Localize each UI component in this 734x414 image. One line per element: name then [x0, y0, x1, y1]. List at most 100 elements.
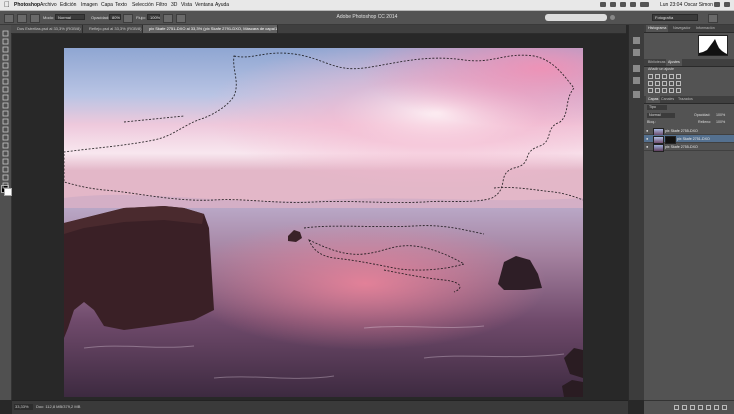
layer-row-selected[interactable]: ● pix Skafe 2751-DXO [644, 135, 734, 144]
posterize-icon[interactable] [655, 88, 660, 93]
menu-ayuda[interactable]: Ayuda [215, 1, 229, 9]
tab-ajustes[interactable]: Ajustes [666, 59, 682, 66]
menu-imagen[interactable]: Imagen [81, 1, 98, 9]
menu-3d[interactable]: 3D [171, 1, 177, 9]
menu-archivo[interactable]: Archivo [40, 1, 57, 9]
pressure-opacity-toggle[interactable] [123, 14, 133, 23]
tool-preset-picker[interactable] [4, 14, 14, 23]
visibility-eye-icon[interactable]: ● [646, 137, 649, 141]
visibility-eye-icon[interactable]: ● [646, 145, 649, 149]
dodge-tool-icon[interactable] [2, 134, 9, 141]
eyedropper-tool-icon[interactable] [2, 70, 9, 77]
brightness-contrast-icon[interactable] [648, 74, 653, 79]
path-selection-tool-icon[interactable] [2, 158, 9, 165]
opacity-field[interactable]: 80% [109, 14, 121, 20]
properties-panel-icon[interactable] [633, 49, 640, 56]
brush-size-picker[interactable] [17, 14, 27, 23]
tab-canales[interactable]: Canales [659, 96, 676, 103]
new-group-icon[interactable] [706, 405, 711, 410]
document-size-readout[interactable]: Doc: 112,8 MB/379,2 MB [36, 404, 80, 410]
menu-texto[interactable]: Texto [115, 1, 127, 9]
hue-saturation-icon[interactable] [648, 81, 653, 86]
notification-center-icon[interactable] [724, 2, 730, 7]
tab-histograma[interactable]: Histograma [646, 25, 669, 32]
brush-panel-icon[interactable] [633, 65, 640, 72]
document-tab-active[interactable]: pix Skafe 2751-DXO al 33,3% (pix Skafe 2… [143, 25, 278, 33]
menu-edicion[interactable]: Edición [60, 1, 76, 9]
exposure-icon[interactable] [669, 74, 674, 79]
color-balance-icon[interactable] [655, 81, 660, 86]
document-tab-reflejo[interactable]: Reflejo.psd al 33,3% (RGB/8) * [83, 25, 143, 33]
crop-tool-icon[interactable] [2, 62, 9, 69]
new-adjustment-layer-icon[interactable] [698, 405, 703, 410]
clone-source-panel-icon[interactable] [633, 91, 640, 98]
visibility-eye-icon[interactable]: ● [646, 129, 649, 133]
dropbox-icon[interactable] [600, 2, 606, 7]
spotlight-icon[interactable] [714, 2, 720, 7]
airbrush-toggle[interactable] [163, 14, 173, 23]
layer-row[interactable]: ● pix Skafe 2755-DXO [644, 127, 734, 136]
document-image[interactable] [64, 48, 583, 397]
apple-icon[interactable]:  [4, 1, 11, 9]
menu-filtro[interactable]: Filtro [156, 1, 167, 9]
shape-tool-icon[interactable] [2, 166, 9, 173]
zoom-field[interactable]: 33,33% [14, 404, 33, 410]
layer-opacity-field[interactable]: 100% [716, 113, 725, 118]
background-color-swatch[interactable] [4, 188, 12, 196]
gradient-map-icon[interactable] [669, 88, 674, 93]
menu-seleccion[interactable]: Selección [132, 1, 154, 9]
threshold-icon[interactable] [662, 88, 667, 93]
invert-icon[interactable] [648, 88, 653, 93]
photo-filter-icon[interactable] [669, 81, 674, 86]
tab-navegador[interactable]: Navegador [671, 25, 693, 32]
clone-stamp-tool-icon[interactable] [2, 94, 9, 101]
battery-icon[interactable] [640, 2, 649, 7]
zoom-tool-icon[interactable] [2, 182, 9, 189]
document-tab-dos-estrellas[interactable]: Dos Estrellas.psd al 33,3% (RGB/8) * [11, 25, 83, 33]
wifi-icon[interactable] [620, 2, 626, 7]
panel-menu-button[interactable] [708, 14, 718, 23]
pressure-size-toggle[interactable] [176, 14, 186, 23]
quick-selection-tool-icon[interactable] [2, 54, 9, 61]
black-white-icon[interactable] [662, 81, 667, 86]
lasso-tool-icon[interactable] [2, 46, 9, 53]
menu-capa[interactable]: Capa [101, 1, 113, 9]
tab-trazados[interactable]: Trazados [676, 96, 695, 103]
tab-bibliotecas[interactable]: Bibliotecas [646, 59, 667, 66]
marquee-tool-icon[interactable] [2, 38, 9, 45]
tab-informacion[interactable]: Información [694, 25, 717, 32]
mode-select[interactable]: Normal [55, 14, 85, 20]
link-layers-icon[interactable] [674, 405, 679, 410]
selective-color-icon[interactable] [676, 88, 681, 93]
brush-panel-toggle[interactable] [30, 14, 40, 23]
layer-filter-kind[interactable]: Tipo [647, 105, 667, 110]
blend-mode-select[interactable]: Normal [647, 113, 675, 118]
spot-healing-tool-icon[interactable] [2, 78, 9, 85]
workspace-select[interactable]: Fotografía [652, 14, 698, 21]
volume-icon[interactable] [630, 2, 636, 7]
layer-fill-field[interactable]: 100% [716, 120, 725, 125]
flow-field[interactable]: 100% [147, 14, 160, 20]
pen-tool-icon[interactable] [2, 142, 9, 149]
user-name[interactable]: Oscar Simon [684, 1, 713, 9]
search-icon[interactable] [610, 15, 615, 20]
menu-photoshop[interactable]: Photoshop [14, 1, 40, 9]
bluetooth-icon[interactable] [610, 2, 616, 7]
new-layer-icon[interactable] [714, 405, 719, 410]
move-tool-icon[interactable] [2, 30, 9, 37]
canvas-area[interactable] [12, 34, 628, 400]
gradient-tool-icon[interactable] [2, 118, 9, 125]
menu-vista[interactable]: Vista [181, 1, 192, 9]
layer-row[interactable]: ● pix Skafe 2755-DXO [644, 143, 734, 152]
type-tool-icon[interactable] [2, 150, 9, 157]
levels-icon[interactable] [655, 74, 660, 79]
menu-ventana[interactable]: Ventana [195, 1, 213, 9]
search-field[interactable] [545, 14, 607, 21]
vibrance-icon[interactable] [676, 74, 681, 79]
clock[interactable]: Lun 23:04 [660, 1, 682, 9]
hand-tool-icon[interactable] [2, 174, 9, 181]
add-mask-icon[interactable] [690, 405, 695, 410]
history-brush-tool-icon[interactable] [2, 102, 9, 109]
eraser-tool-icon[interactable] [2, 110, 9, 117]
history-panel-icon[interactable] [633, 37, 640, 44]
